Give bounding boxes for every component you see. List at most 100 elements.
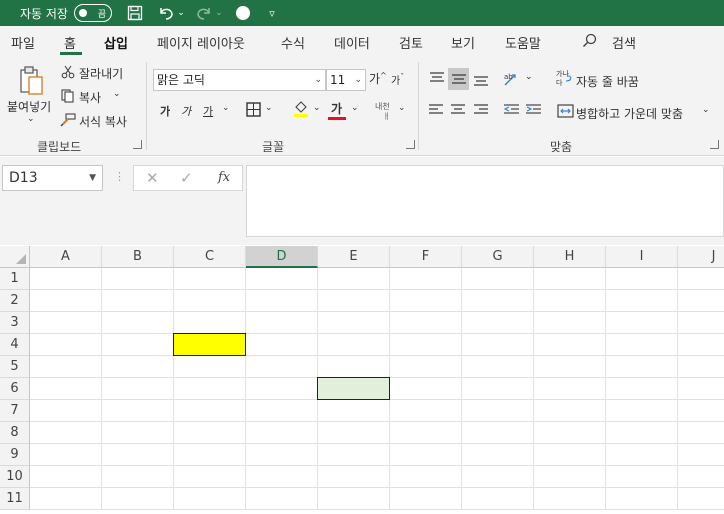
cell-c1[interactable]	[174, 268, 246, 290]
redo-dropdown-icon[interactable]: ⌄	[214, 0, 224, 26]
cell-f9[interactable]	[390, 444, 462, 466]
cell-f3[interactable]	[390, 312, 462, 334]
cell-g4[interactable]	[462, 334, 534, 356]
cell-i3[interactable]	[606, 312, 678, 334]
column-header-i[interactable]: I	[606, 246, 678, 268]
fill-color-icon[interactable]	[292, 100, 310, 118]
cell-e1[interactable]	[318, 268, 390, 290]
tab-data[interactable]: 데이터	[334, 33, 370, 52]
cell-i10[interactable]	[606, 466, 678, 488]
circle-icon[interactable]	[234, 0, 252, 26]
column-header-g[interactable]: G	[462, 246, 534, 268]
cell-c5[interactable]	[174, 356, 246, 378]
cell-j9[interactable]	[678, 444, 724, 466]
cell-j2[interactable]	[678, 290, 724, 312]
cell-e11[interactable]	[318, 488, 390, 510]
cell-j10[interactable]	[678, 466, 724, 488]
cell-h3[interactable]	[534, 312, 606, 334]
cell-e7[interactable]	[318, 400, 390, 422]
cell-d3[interactable]	[246, 312, 318, 334]
search-icon[interactable]	[582, 33, 598, 53]
decrease-indent-icon[interactable]	[503, 102, 519, 118]
cell-d7[interactable]	[246, 400, 318, 422]
cell-c2[interactable]	[174, 290, 246, 312]
formula-input[interactable]	[246, 165, 724, 237]
cell-b8[interactable]	[102, 422, 174, 444]
row-header-3[interactable]: 3	[0, 312, 30, 334]
align-top-icon[interactable]	[427, 68, 447, 88]
cell-j3[interactable]	[678, 312, 724, 334]
cell-e2[interactable]	[318, 290, 390, 312]
tab-file[interactable]: 파일	[11, 33, 35, 52]
cell-d2[interactable]	[246, 290, 318, 312]
cell-c9[interactable]	[174, 444, 246, 466]
cell-i8[interactable]	[606, 422, 678, 444]
font-color-button[interactable]: 가	[331, 100, 342, 117]
row-header-6[interactable]: 6	[0, 378, 30, 400]
tab-insert[interactable]: 삽입	[104, 33, 128, 52]
underline-button[interactable]: 가	[203, 103, 213, 119]
cell-c3[interactable]	[174, 312, 246, 334]
row-header-10[interactable]: 10	[0, 466, 30, 488]
tab-view[interactable]: 보기	[451, 33, 475, 52]
cell-b1[interactable]	[102, 268, 174, 290]
cell-f11[interactable]	[390, 488, 462, 510]
cell-a1[interactable]	[30, 268, 102, 290]
align-bottom-icon[interactable]	[471, 70, 491, 90]
copy-label[interactable]: 복사	[79, 89, 101, 106]
cell-j6[interactable]	[678, 378, 724, 400]
customize-icon[interactable]: ▿	[266, 0, 278, 26]
cell-g8[interactable]	[462, 422, 534, 444]
grow-font-button[interactable]: 가^	[369, 70, 387, 87]
cell-b5[interactable]	[102, 356, 174, 378]
paste-label[interactable]: 붙여넣기	[7, 98, 51, 115]
cell-h2[interactable]	[534, 290, 606, 312]
row-header-2[interactable]: 2	[0, 290, 30, 312]
tab-formulas[interactable]: 수식	[281, 33, 305, 52]
cell-g1[interactable]	[462, 268, 534, 290]
cell-e3[interactable]	[318, 312, 390, 334]
shrink-font-button[interactable]: 가ˇ	[391, 72, 404, 87]
save-icon[interactable]	[124, 0, 146, 26]
font-color-dropdown-icon[interactable]: ⌄	[351, 103, 359, 113]
cell-b7[interactable]	[102, 400, 174, 422]
cell-f10[interactable]	[390, 466, 462, 488]
paste-dropdown-icon[interactable]: ⌄	[27, 114, 35, 124]
cell-d10[interactable]	[246, 466, 318, 488]
cell-c6[interactable]	[174, 378, 246, 400]
cell-i7[interactable]	[606, 400, 678, 422]
cell-j11[interactable]	[678, 488, 724, 510]
cell-a10[interactable]	[30, 466, 102, 488]
orientation-icon[interactable]: ab	[502, 69, 522, 89]
cut-label[interactable]: 잘라내기	[79, 65, 123, 82]
cell-e8[interactable]	[318, 422, 390, 444]
cell-f5[interactable]	[390, 356, 462, 378]
alignment-launcher-icon[interactable]	[710, 140, 719, 149]
undo-icon[interactable]	[156, 0, 176, 26]
align-right-icon[interactable]	[473, 102, 489, 118]
cell-g5[interactable]	[462, 356, 534, 378]
row-header-1[interactable]: 1	[0, 268, 30, 290]
filled-cell-e6[interactable]	[317, 377, 390, 400]
cell-f7[interactable]	[390, 400, 462, 422]
cell-h11[interactable]	[534, 488, 606, 510]
align-left-icon[interactable]	[428, 102, 444, 118]
cell-d9[interactable]	[246, 444, 318, 466]
column-header-h[interactable]: H	[534, 246, 606, 268]
cell-a11[interactable]	[30, 488, 102, 510]
cell-j5[interactable]	[678, 356, 724, 378]
cell-d8[interactable]	[246, 422, 318, 444]
cell-g9[interactable]	[462, 444, 534, 466]
row-header-7[interactable]: 7	[0, 400, 30, 422]
cell-d6[interactable]	[246, 378, 318, 400]
row-header-11[interactable]: 11	[0, 488, 30, 510]
cell-b6[interactable]	[102, 378, 174, 400]
cell-h6[interactable]	[534, 378, 606, 400]
cell-d11[interactable]	[246, 488, 318, 510]
bold-button[interactable]: 가	[160, 103, 170, 119]
insert-function-icon[interactable]: fx	[218, 170, 230, 185]
name-box[interactable]: D13 ▼	[2, 165, 103, 191]
column-header-b[interactable]: B	[102, 246, 174, 268]
tab-help[interactable]: 도움말	[505, 33, 541, 52]
borders-icon[interactable]	[245, 101, 261, 117]
